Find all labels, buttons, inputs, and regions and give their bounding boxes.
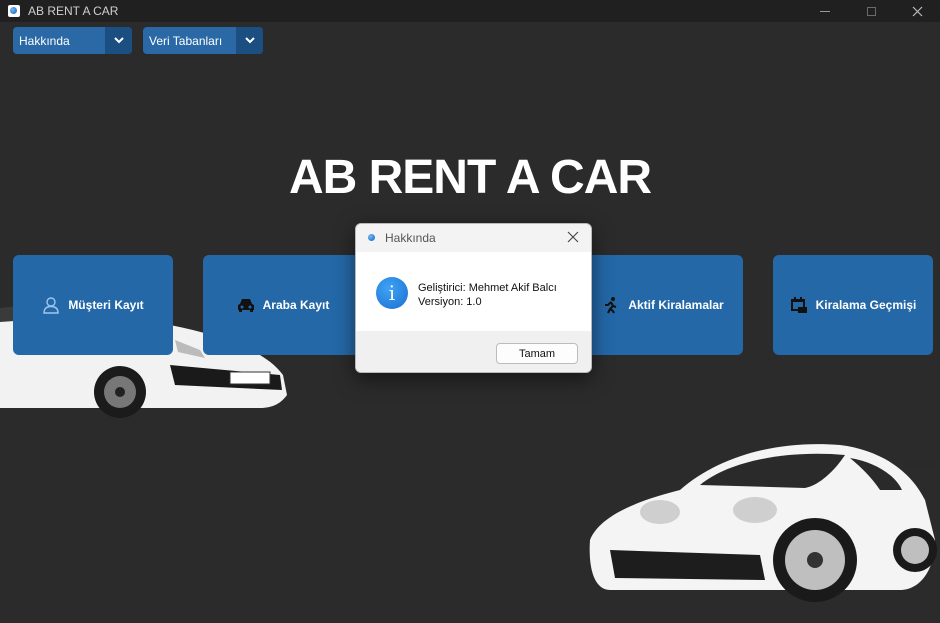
customer-register-label: Müşteri Kayıt xyxy=(68,298,144,312)
minimize-icon xyxy=(820,10,830,12)
close-button[interactable] xyxy=(894,0,940,22)
dialog-body: i Geliştirici: Mehmet Akif Balcı Versiyo… xyxy=(356,252,591,331)
user-icon xyxy=(42,296,60,314)
car-icon xyxy=(237,296,255,314)
developer-line: Geliştirici: Mehmet Akif Balcı xyxy=(418,282,557,294)
database-combo-value: Veri Tabanları xyxy=(149,33,223,48)
version-line: Versiyon: 1.0 xyxy=(418,296,482,308)
customer-register-tile[interactable]: Müşteri Kayıt xyxy=(13,255,173,355)
info-icon: i xyxy=(376,277,408,309)
rental-history-tile[interactable]: Kiralama Geçmişi xyxy=(773,255,933,355)
dialog-message: Geliştirici: Mehmet Akif Balcı Versiyon:… xyxy=(418,281,557,309)
dialog-footer: Tamam xyxy=(356,331,591,372)
minimize-button[interactable] xyxy=(802,0,848,22)
window-controls xyxy=(802,0,940,22)
about-combo-value: Hakkında xyxy=(19,33,70,48)
white-sports-car-image xyxy=(589,444,937,602)
chevron-down-icon[interactable] xyxy=(105,27,132,54)
maximize-icon xyxy=(866,6,876,16)
app-icon xyxy=(366,232,378,244)
dialog-titlebar: Hakkında xyxy=(356,224,591,252)
close-icon[interactable] xyxy=(567,230,581,244)
ok-button[interactable]: Tamam xyxy=(496,343,578,364)
window-title: AB RENT A CAR xyxy=(28,4,119,18)
close-icon xyxy=(912,6,922,16)
dialog-title: Hakkında xyxy=(385,231,436,245)
about-dialog: Hakkında i Geliştirici: Mehmet Akif Balc… xyxy=(355,223,592,373)
chevron-down-icon[interactable] xyxy=(236,27,263,54)
car-register-label: Araba Kayıt xyxy=(262,298,330,312)
about-combo[interactable]: Hakkında xyxy=(13,27,132,54)
calendar-icon xyxy=(790,296,808,314)
page-title: AB RENT A CAR xyxy=(288,151,652,204)
database-combo[interactable]: Veri Tabanları xyxy=(143,27,263,54)
maximize-button[interactable] xyxy=(848,0,894,22)
window-titlebar: AB RENT A CAR xyxy=(0,0,940,22)
car-register-tile[interactable]: Araba Kayıt xyxy=(203,255,363,355)
running-person-icon xyxy=(602,296,620,314)
rental-history-label: Kiralama Geçmişi xyxy=(815,298,917,312)
active-rentals-label: Aktif Kiralamalar xyxy=(628,298,724,312)
active-rentals-tile[interactable]: Aktif Kiralamalar xyxy=(583,255,743,355)
app-icon xyxy=(8,5,20,17)
